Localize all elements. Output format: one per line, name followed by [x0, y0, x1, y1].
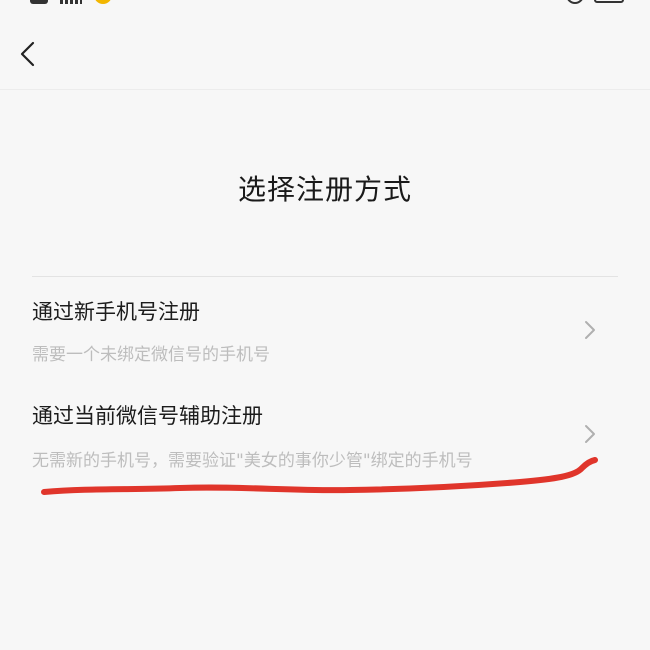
- nav-bar: [0, 22, 650, 88]
- register-method-screen: 选择注册方式 通过新手机号注册 需要一个未绑定微信号的手机号 通过当前微信号辅助…: [0, 0, 650, 650]
- alarm-icon: [566, 0, 584, 4]
- option-subtitle: 需要一个未绑定微信号的手机号: [32, 345, 270, 365]
- signal-icon: [60, 0, 82, 4]
- option-subtitle: 无需新的手机号，需要验证"美女的事你少管"绑定的手机号: [32, 451, 473, 471]
- back-button[interactable]: [8, 32, 48, 76]
- list-divider: [32, 276, 618, 277]
- status-bar: [0, 0, 650, 8]
- nav-divider: [0, 89, 650, 90]
- status-right-icons: [566, 0, 624, 4]
- chevron-left-icon: [20, 41, 35, 67]
- chevron-right-icon: [585, 425, 595, 443]
- page-title: 选择注册方式: [237, 173, 412, 206]
- chevron-right-icon: [585, 321, 595, 339]
- status-left-icons: [30, 0, 112, 4]
- emoji-icon: [94, 0, 112, 4]
- option-new-phone[interactable]: 通过新手机号注册 需要一个未绑定微信号的手机号: [32, 296, 618, 376]
- option-current-wechat[interactable]: 通过当前微信号辅助注册 无需新的手机号，需要验证"美女的事你少管"绑定的手机号: [32, 400, 618, 480]
- notification-icon: [30, 0, 48, 4]
- option-title: 通过新手机号注册: [32, 300, 200, 324]
- option-title: 通过当前微信号辅助注册: [32, 404, 263, 428]
- battery-icon: [594, 0, 624, 3]
